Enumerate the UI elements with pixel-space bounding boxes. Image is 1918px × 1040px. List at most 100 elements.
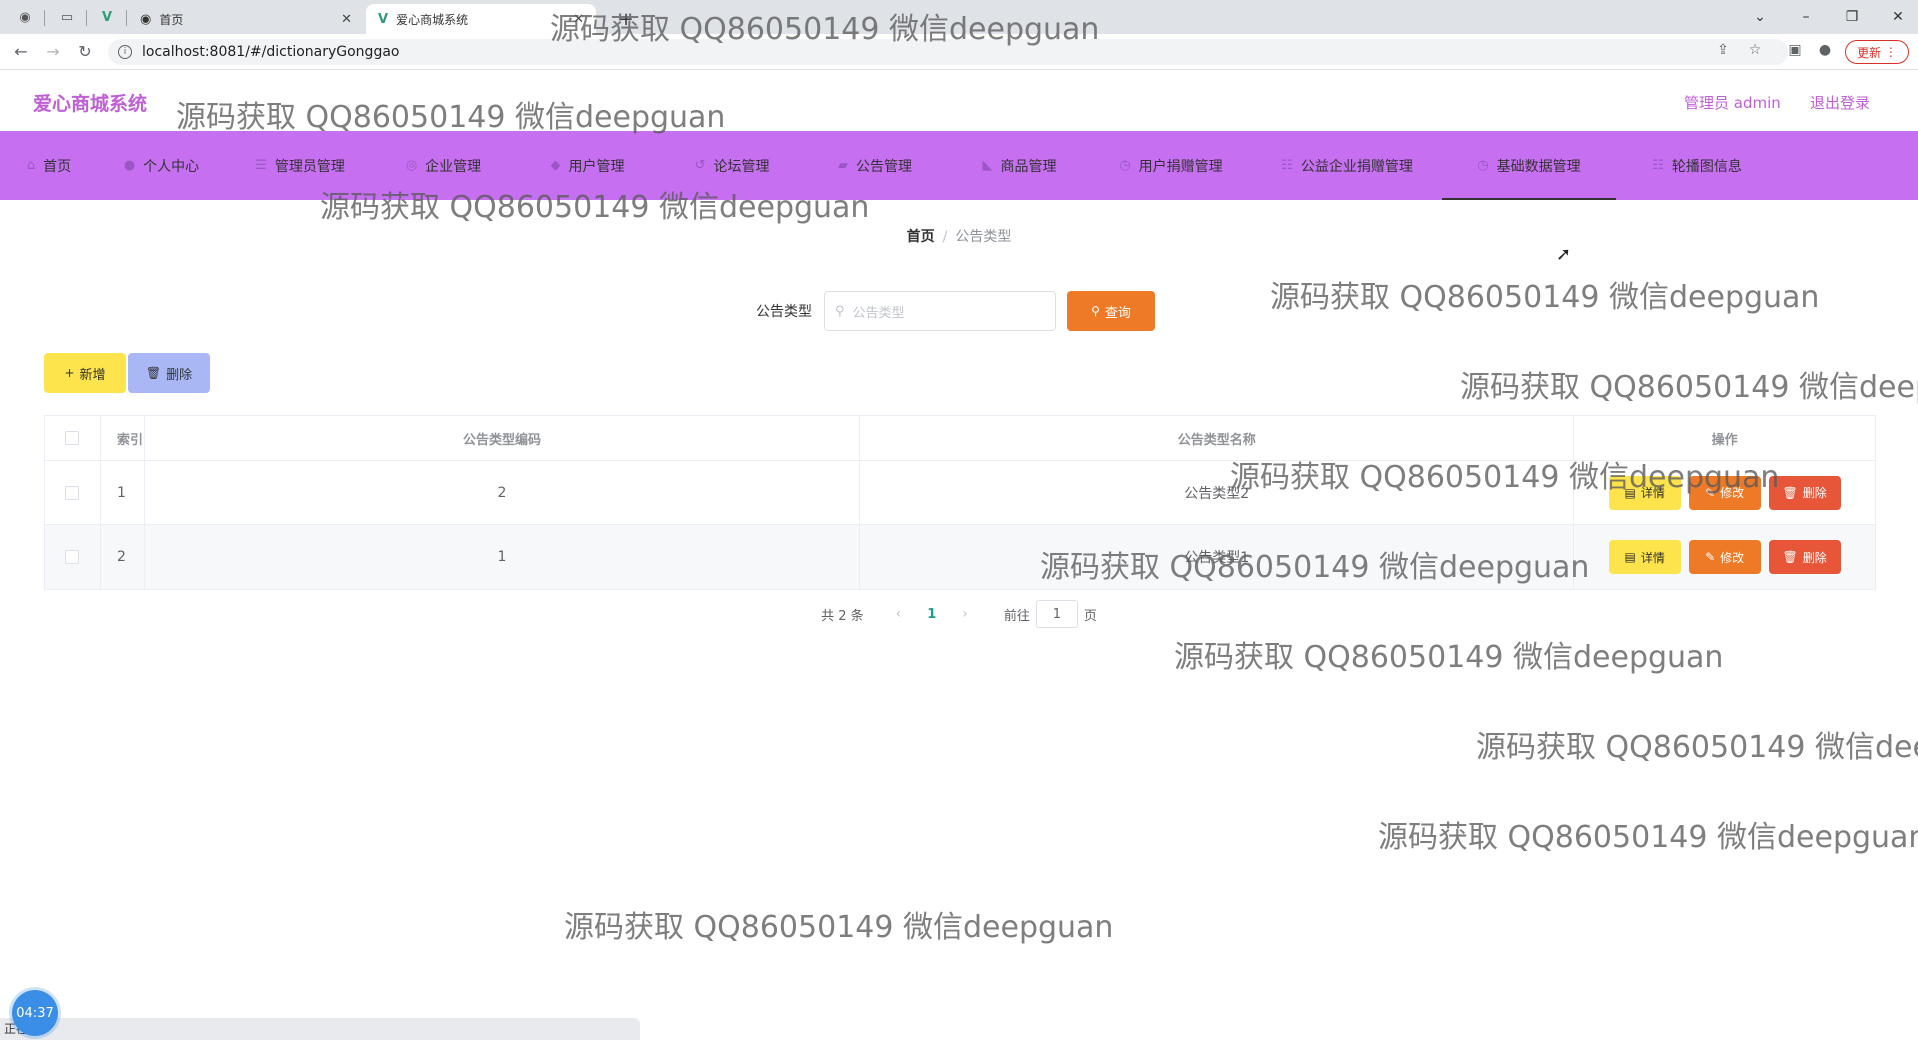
star-icon[interactable]: ☆ — [1744, 42, 1766, 58]
column-header: 索引 — [101, 416, 145, 460]
row-actions: ▤ 详情 ✎ 修改 🗑 删除 — [1574, 461, 1875, 524]
edit-button[interactable]: ✎ 修改 — [1688, 540, 1761, 574]
nav-item-goods[interactable]: ◣ 商品管理 — [949, 131, 1090, 200]
nav-item-profile[interactable]: ● 个人中心 — [98, 131, 225, 200]
nav-item-base-data[interactable]: ◷ 基础数据管理 — [1442, 131, 1616, 200]
table-row: 1 2 公告类型2 ▤ 详情 ✎ 修改 🗑 删除 — [45, 461, 1875, 525]
goto-page-input[interactable]: 1 — [1035, 600, 1078, 628]
tab-search-icon[interactable]: ⌄ — [1740, 4, 1780, 30]
reload-icon[interactable]: ↻ — [72, 40, 98, 64]
browser-update-button[interactable]: 更新 ⋮ — [1845, 40, 1909, 64]
main-nav: ⌂ 首页 ● 个人中心 ☰ 管理员管理 ◎ 企业管理 ◆ 用户管理 ↺ 论坛管理 ▰ 公告管理… — [0, 131, 1918, 200]
browser-tab[interactable]: ◉ 首页 ✕ — [128, 4, 364, 34]
info-icon[interactable]: i — [118, 45, 132, 59]
breadcrumb-home[interactable]: 首页 — [907, 229, 935, 245]
nav-item-user-donation[interactable]: ◷ 用户捐赠管理 — [1090, 131, 1252, 200]
close-window-icon[interactable]: ✕ — [1878, 4, 1918, 30]
user-icon: ● — [123, 158, 136, 173]
tab-separator — [86, 10, 87, 26]
column-header: 公告类型名称 — [860, 416, 1575, 460]
list-icon: ☷ — [1652, 158, 1664, 173]
mouse-cursor-icon: ➚ — [1556, 244, 1572, 265]
table-row: 2 1 公告类型1 ▤ 详情 ✎ 修改 🗑 删除 — [45, 525, 1875, 589]
app-logo: 爱心商城系统 — [33, 93, 148, 115]
nav-item-home[interactable]: ⌂ 首页 — [0, 131, 98, 200]
new-tab-button[interactable]: + — [606, 4, 646, 34]
nav-item-admin[interactable]: ☰ 管理员管理 — [225, 131, 375, 200]
batch-delete-label: 删除 — [166, 367, 193, 383]
pinned-tab[interactable]: ◉ — [12, 6, 38, 28]
batch-delete-button[interactable]: 🗑 删除 — [128, 353, 210, 393]
home-icon: ⌂ — [26, 158, 36, 173]
nav-label: 管理员管理 — [274, 158, 345, 175]
watermark: 源码获取 QQ86050149 微信deepguan — [1378, 820, 1918, 855]
globe-icon: ◉ — [140, 11, 152, 27]
url-text: localhost:8081/#/dictionaryGonggao — [142, 44, 400, 60]
delete-button[interactable]: 🗑 删除 — [1768, 475, 1841, 510]
nav-label: 公益企业捐赠管理 — [1300, 158, 1413, 175]
edit-label: 修改 — [1720, 486, 1745, 500]
restore-icon[interactable]: ❐ — [1832, 4, 1872, 30]
clock-icon: ◷ — [1477, 158, 1489, 173]
pagination: 共 2 条 ‹ 1 › 前往 1 页 — [0, 600, 1918, 628]
share-icon[interactable]: ⇪ — [1712, 42, 1734, 58]
nav-label: 论坛管理 — [713, 158, 770, 175]
pinned-tab[interactable]: ▭ — [54, 6, 80, 28]
data-table: 索引 公告类型编码 公告类型名称 操作 1 2 公告类型2 ▤ 详情 ✎ 修改 🗑 删… — [44, 415, 1876, 590]
search-button[interactable]: ⚲ 查询 — [1067, 291, 1155, 331]
sidepanel-icon[interactable]: ▣ — [1784, 42, 1806, 58]
row-checkbox[interactable] — [65, 485, 80, 500]
tab-separator — [44, 10, 45, 26]
edit-button[interactable]: ✎ 修改 — [1688, 475, 1761, 510]
nav-item-enterprise[interactable]: ◎ 企业管理 — [375, 131, 512, 200]
nav-item-users[interactable]: ◆ 用户管理 — [512, 131, 663, 200]
delete-label: 删除 — [1802, 486, 1827, 500]
row-checkbox[interactable] — [65, 550, 80, 564]
search-input[interactable]: ⚲ 公告类型 — [824, 291, 1056, 331]
next-page-icon[interactable]: › — [962, 606, 968, 622]
current-user[interactable]: 管理员 admin — [1684, 92, 1781, 113]
watermark: 源码获取 QQ86050149 微信deepguan — [1460, 370, 1918, 405]
detail-button[interactable]: ▤ 详情 — [1608, 540, 1681, 574]
column-header: 操作 — [1711, 432, 1738, 448]
close-icon[interactable]: ✕ — [573, 12, 584, 27]
delete-button[interactable]: 🗑 删除 — [1768, 540, 1841, 574]
watermark: 源码获取 QQ86050149 微信deepguan — [1270, 280, 1820, 315]
row-name: 公告类型2 — [860, 461, 1575, 524]
nav-label: 商品管理 — [1000, 158, 1057, 175]
back-icon[interactable]: ← — [8, 40, 34, 64]
close-icon[interactable]: ✕ — [341, 12, 352, 27]
detail-button[interactable]: ▤ 详情 — [1608, 475, 1681, 510]
document-icon: ▤ — [1624, 485, 1636, 500]
detail-label: 详情 — [1640, 550, 1665, 565]
nav-label: 用户捐赠管理 — [1138, 158, 1223, 175]
nav-label: 轮播图信息 — [1671, 158, 1742, 175]
add-button-label: 新增 — [79, 367, 106, 383]
watermark: 源码获取 QQ86050149 微信deepguan — [564, 910, 1114, 945]
pinned-tab[interactable]: V — [94, 6, 120, 28]
browser-tab-active[interactable]: V 爱心商城系统 ✕ — [366, 4, 596, 34]
search-placeholder: 公告类型 — [852, 305, 905, 321]
nav-item-enterprise-donation[interactable]: ☷ 公益企业捐赠管理 — [1252, 131, 1442, 200]
row-check-cell — [45, 525, 101, 589]
vue-icon: V — [378, 11, 389, 27]
nav-item-carousel[interactable]: ☷ 轮播图信息 — [1616, 131, 1778, 200]
url-field[interactable]: i localhost:8081/#/dictionaryGonggao — [108, 39, 1788, 65]
row-index: 2 — [101, 525, 145, 589]
nav-item-forum[interactable]: ↺ 论坛管理 — [663, 131, 801, 200]
page-number[interactable]: 1 — [927, 607, 936, 622]
prev-page-icon[interactable]: ‹ — [896, 606, 902, 622]
browser-tab-title: 首页 — [159, 12, 184, 27]
forward-icon[interactable]: → — [40, 40, 66, 64]
add-button[interactable]: + 新增 — [44, 353, 126, 393]
logout-link[interactable]: 退出登录 — [1810, 92, 1870, 113]
goto-suffix: 页 — [1083, 608, 1097, 624]
profile-icon[interactable]: ● — [1814, 42, 1836, 58]
nav-item-notice[interactable]: ▰ 公告管理 — [801, 131, 949, 200]
pencil-icon: ✎ — [1705, 485, 1716, 500]
nav-label: 首页 — [43, 158, 72, 175]
app-header: 爱心商城系统 管理员 admin 退出登录 — [0, 71, 1918, 131]
update-label: 更新 — [1857, 45, 1882, 60]
select-all-checkbox[interactable] — [65, 431, 80, 445]
minimize-icon[interactable]: – — [1786, 4, 1826, 30]
